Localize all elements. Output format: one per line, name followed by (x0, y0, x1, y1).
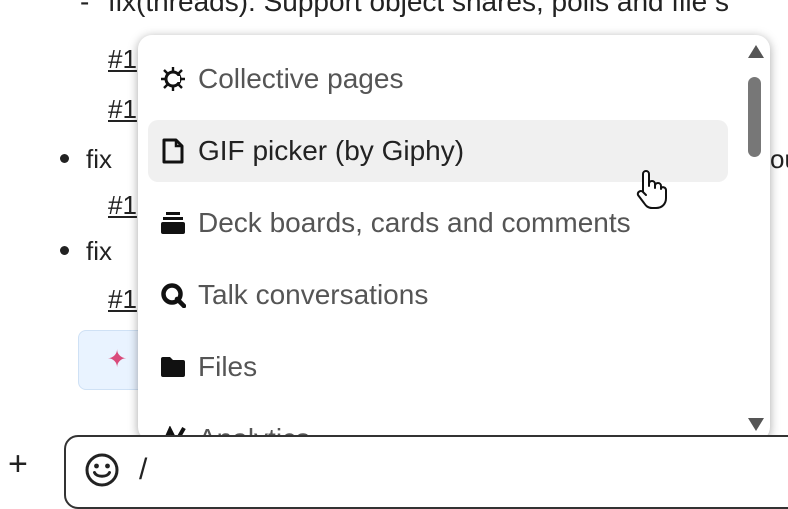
smart-picker-menu: Collective pages GIF picker (by Giphy) D… (138, 35, 770, 441)
input-text: / (139, 453, 148, 486)
message-text-fragment: ou (770, 144, 788, 174)
menu-item-talk[interactable]: Talk conversations (148, 264, 728, 326)
list-item: fix (60, 144, 112, 175)
deck-icon (158, 208, 188, 238)
scrollbar-thumb[interactable] (748, 77, 761, 157)
menu-item-label: GIF picker (by Giphy) (198, 135, 465, 166)
scroll-up-arrow[interactable] (748, 45, 764, 58)
talk-icon (158, 280, 188, 310)
file-icon (158, 136, 188, 166)
list-item-text: fix (86, 236, 112, 266)
folder-icon (158, 352, 188, 382)
issue-link[interactable]: #1 (108, 44, 137, 75)
collectives-icon (158, 64, 188, 94)
menu-item-files[interactable]: Files (148, 336, 728, 398)
issue-link[interactable]: #1 (108, 94, 137, 125)
emoji-icon[interactable] (84, 452, 120, 493)
list-item-text: fix (86, 144, 112, 174)
hand-pointer-icon (632, 168, 668, 215)
menu-item-label: Collective pages (198, 63, 404, 94)
scroll-down-arrow[interactable] (748, 418, 764, 431)
menu-item-collectives[interactable]: Collective pages (148, 48, 728, 110)
issue-link[interactable]: #1 (108, 190, 137, 221)
add-attachment-button[interactable]: + (8, 447, 28, 481)
rocket-icon: ✦ (107, 346, 128, 373)
menu-item-label: Talk conversations (198, 279, 429, 310)
issue-link[interactable]: #1 (108, 284, 137, 315)
menu-item-label: Files (198, 351, 258, 382)
menu-item-label: Deck boards, cards and comments (198, 207, 631, 238)
list-item: fix (60, 236, 112, 267)
message-input[interactable]: / (64, 435, 788, 509)
message-line-text: fix(threads): Support object shares, pol… (108, 0, 729, 17)
message-line: - fix(threads): Support object shares, po… (80, 0, 729, 18)
